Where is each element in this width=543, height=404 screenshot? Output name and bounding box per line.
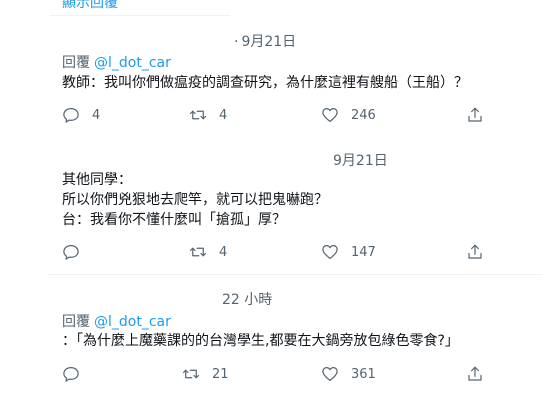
reply-icon bbox=[63, 108, 79, 123]
tweet-text: 教師：我叫你們做瘟疫的調查研究，為什麼這裡有艘船（王船）？ bbox=[62, 75, 468, 91]
reply-handle-link[interactable]: @l_dot_car bbox=[94, 55, 171, 71]
tweet-3[interactable]: 22 小時 回覆 @l_dot_car ：「為什麼上魔藥課的的台灣學生,都要在大鍋… bbox=[0, 275, 543, 404]
retweet-button[interactable]: 4 bbox=[189, 240, 227, 264]
tweet-text: 其他同學： 所以你們兇狠地去爬竿，就可以把鬼嚇跑？ 台：我看你不懂什麼叫「搶孤」… bbox=[62, 172, 328, 228]
reply-handle-link[interactable]: @l_dot_car bbox=[94, 314, 171, 330]
retweet-button[interactable]: 4 bbox=[189, 103, 227, 127]
reply-button[interactable]: 4 bbox=[62, 103, 100, 127]
tweet-actions: 4 147 bbox=[0, 240, 543, 264]
reply-icon bbox=[63, 245, 79, 260]
tweet-time[interactable]: · 9月21日 bbox=[234, 31, 296, 51]
tweet-time[interactable]: 22 小時 bbox=[222, 289, 272, 309]
reply-button[interactable] bbox=[62, 362, 92, 386]
replying-to: 回覆 @l_dot_car bbox=[62, 55, 171, 71]
like-button[interactable]: 147 bbox=[321, 240, 376, 264]
like-button[interactable]: 361 bbox=[321, 362, 376, 386]
retweet-button[interactable]: 21 bbox=[182, 362, 229, 386]
reply-icon bbox=[63, 367, 79, 382]
tweet-2[interactable]: 9月21日 其他同學： 所以你們兇狠地去爬竿，就可以把鬼嚇跑？ 台：我看你不懂什… bbox=[0, 140, 543, 275]
tweet-1[interactable]: · 9月21日 回覆 @l_dot_car 教師：我叫你們做瘟疫的調查研究，為什麼這… bbox=[0, 0, 543, 140]
heart-icon bbox=[322, 108, 338, 122]
reply-button[interactable] bbox=[62, 240, 92, 264]
share-icon bbox=[468, 107, 482, 122]
tweet-actions: 21 361 bbox=[0, 362, 543, 386]
replying-to: 回覆 @l_dot_car bbox=[62, 314, 171, 330]
share-icon bbox=[468, 244, 482, 259]
share-button[interactable] bbox=[466, 362, 484, 386]
retweet-icon bbox=[182, 369, 200, 379]
heart-icon bbox=[322, 245, 338, 259]
like-button[interactable]: 246 bbox=[321, 103, 376, 127]
heart-icon bbox=[322, 367, 338, 381]
retweet-icon bbox=[189, 110, 207, 120]
tweet-text: ：「為什麼上魔藥課的的台灣學生,都要在大鍋旁放包綠色零食?」 bbox=[62, 333, 459, 349]
share-button[interactable] bbox=[466, 103, 484, 127]
share-icon bbox=[468, 366, 482, 381]
retweet-icon bbox=[189, 247, 207, 257]
share-button[interactable] bbox=[466, 240, 484, 264]
tweet-actions: 4 4 246 bbox=[0, 103, 543, 127]
tweet-time[interactable]: 9月21日 bbox=[333, 150, 388, 170]
